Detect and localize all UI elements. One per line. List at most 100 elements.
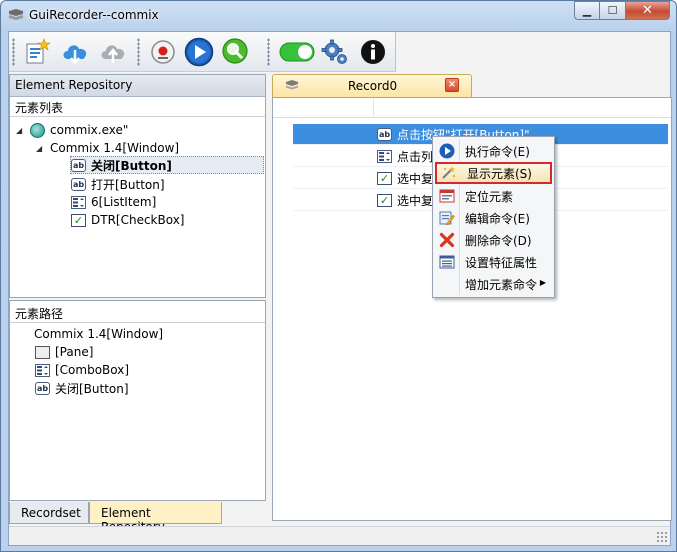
tab-recordset[interactable]: Recordset (9, 502, 89, 524)
toggle-on-icon (279, 42, 315, 62)
checkbox-element-icon: ✓ (377, 193, 392, 207)
tree-item-open-button[interactable]: ab 打开[Button] (71, 175, 165, 193)
delete-icon (437, 230, 457, 250)
button-element-icon: ab (35, 381, 50, 395)
listitem-element-icon (71, 195, 86, 209)
menu-item-show-element[interactable]: 显示元素(S) (435, 162, 552, 184)
title-bar[interactable]: GuiRecorder--commix ▁ ☐ ✕ (1, 1, 676, 31)
button-element-icon: ab (71, 177, 86, 191)
menu-item-add-element-command[interactable]: 增加元素命令 ▶ (435, 273, 552, 295)
checkbox-element-icon: ✓ (377, 171, 392, 185)
settings-button[interactable] (319, 36, 351, 68)
app-icon (8, 8, 24, 22)
close-button[interactable]: ✕ (626, 1, 670, 20)
toggle-button[interactable] (277, 36, 317, 68)
status-bar (9, 526, 670, 545)
combobox-element-icon (35, 363, 50, 377)
command-text: 选中复 (397, 193, 434, 208)
path-item-label: 关闭[Button] (55, 381, 129, 396)
cloud-upload-icon (101, 45, 125, 63)
settings-gear-icon (321, 39, 347, 64)
record-icon (151, 40, 175, 64)
tree-item-label: 关闭[Button] (91, 158, 172, 173)
expand-arrow-icon[interactable]: ◢ (36, 144, 46, 153)
menu-item-label: 设置特征属性 (465, 255, 538, 270)
toolbar-grip-2[interactable] (137, 38, 140, 66)
menu-item-set-properties[interactable]: 设置特征属性 (435, 251, 552, 273)
client-area: Element Repository 元素列表 ◢ commix.exe" ◢ … (8, 31, 672, 546)
play-button[interactable] (183, 36, 215, 68)
new-button[interactable] (21, 36, 53, 68)
button-element-icon: ab (71, 158, 86, 172)
tree-item-label: Commix 1.4[Window] (50, 141, 180, 155)
maximize-button[interactable]: ☐ (600, 1, 626, 20)
path-item-label: [Pane] (55, 345, 94, 359)
menu-item-label: 定位元素 (465, 189, 514, 204)
submenu-arrow-icon: ▶ (539, 278, 546, 287)
context-menu: 执行命令(E) 显示元素(S) 定位元素 编辑命令(E) 删除命令(D) 设置特… (432, 136, 555, 298)
menu-item-label: 执行命令(E) (465, 144, 530, 159)
tab-record0[interactable]: Record0 × (272, 74, 472, 97)
menu-item-execute[interactable]: 执行命令(E) (435, 140, 552, 162)
menu-item-locate[interactable]: 定位元素 (435, 185, 552, 207)
listitem-element-icon (377, 149, 392, 163)
download-button[interactable] (59, 36, 91, 68)
checkbox-element-icon: ✓ (71, 213, 86, 227)
edit-icon (437, 208, 457, 228)
path-item-window[interactable]: Commix 1.4[Window] (34, 325, 163, 343)
button-element-icon: ab (377, 127, 392, 141)
path-item-combobox[interactable]: [ComboBox] (35, 361, 129, 379)
properties-icon (437, 252, 457, 272)
toolbar (9, 32, 396, 72)
element-repository-panel: Element Repository 元素列表 ◢ commix.exe" ◢ … (9, 74, 266, 298)
menu-item-delete[interactable]: 删除命令(D) (435, 229, 552, 251)
tree-item-listitem[interactable]: 6[ListItem] (71, 193, 156, 211)
info-button[interactable] (357, 36, 389, 68)
path-item-pane[interactable]: [Pane] (35, 343, 93, 361)
command-text: 选中复 (397, 171, 434, 186)
drag-handle-icon[interactable] (285, 79, 299, 91)
menu-item-label: 增加元素命令 (465, 277, 538, 292)
tree-item-commix-exe[interactable]: ◢ commix.exe" (16, 121, 128, 139)
element-path-panel: 元素路径 Commix 1.4[Window] [Pane] [ComboBox… (9, 300, 266, 501)
element-list-label: 元素列表 (10, 97, 265, 117)
locate-icon (437, 186, 457, 206)
tab-element-repository[interactable]: Element Repository (89, 502, 222, 534)
tree-item-commix-window[interactable]: ◢ Commix 1.4[Window] (36, 139, 179, 157)
expand-arrow-icon[interactable]: ◢ (16, 126, 26, 135)
exe-icon (30, 122, 45, 138)
path-item-label: [ComboBox] (55, 363, 130, 377)
new-document-icon (26, 38, 51, 64)
path-item-close-button[interactable]: ab 关闭[Button] (35, 379, 129, 397)
element-path-label: 元素路径 (10, 303, 265, 323)
tree-item-close-button[interactable]: ab 关闭[Button] (70, 156, 264, 174)
info-icon (361, 40, 385, 64)
pane-element-icon (35, 345, 50, 359)
upload-button[interactable] (97, 36, 129, 68)
tree-item-label: 打开[Button] (91, 177, 165, 192)
toolbar-grip[interactable] (12, 38, 15, 66)
left-bottom-tabs: Recordset Element Repository (9, 502, 266, 534)
inspect-magnifier-icon (222, 38, 248, 64)
inspect-button[interactable] (219, 36, 251, 68)
record-tabstrip: Record0 × (272, 74, 672, 97)
play-icon (437, 141, 457, 161)
app-window: GuiRecorder--commix ▁ ☐ ✕ Element Reposi… (0, 0, 677, 552)
empty-icon-slot (437, 274, 457, 294)
tab-label: Record0 (348, 79, 398, 93)
resize-grip-icon[interactable] (656, 531, 668, 543)
cloud-download-icon (63, 45, 87, 66)
tab-close-icon[interactable]: × (445, 78, 459, 92)
record-button[interactable] (147, 36, 179, 68)
minimize-button[interactable]: ▁ (574, 1, 600, 20)
path-item-label: Commix 1.4[Window] (34, 327, 164, 341)
show-element-icon (439, 163, 459, 183)
menu-item-label: 编辑命令(E) (465, 211, 530, 226)
play-icon (184, 37, 214, 67)
column-separator[interactable] (373, 98, 374, 118)
toolbar-grip-3[interactable] (267, 38, 270, 66)
tree-item-checkbox[interactable]: ✓ DTR[CheckBox] (71, 211, 185, 229)
tree-item-label: DTR[CheckBox] (91, 213, 185, 227)
menu-item-edit[interactable]: 编辑命令(E) (435, 207, 552, 229)
menu-item-label: 显示元素(S) (467, 166, 532, 181)
